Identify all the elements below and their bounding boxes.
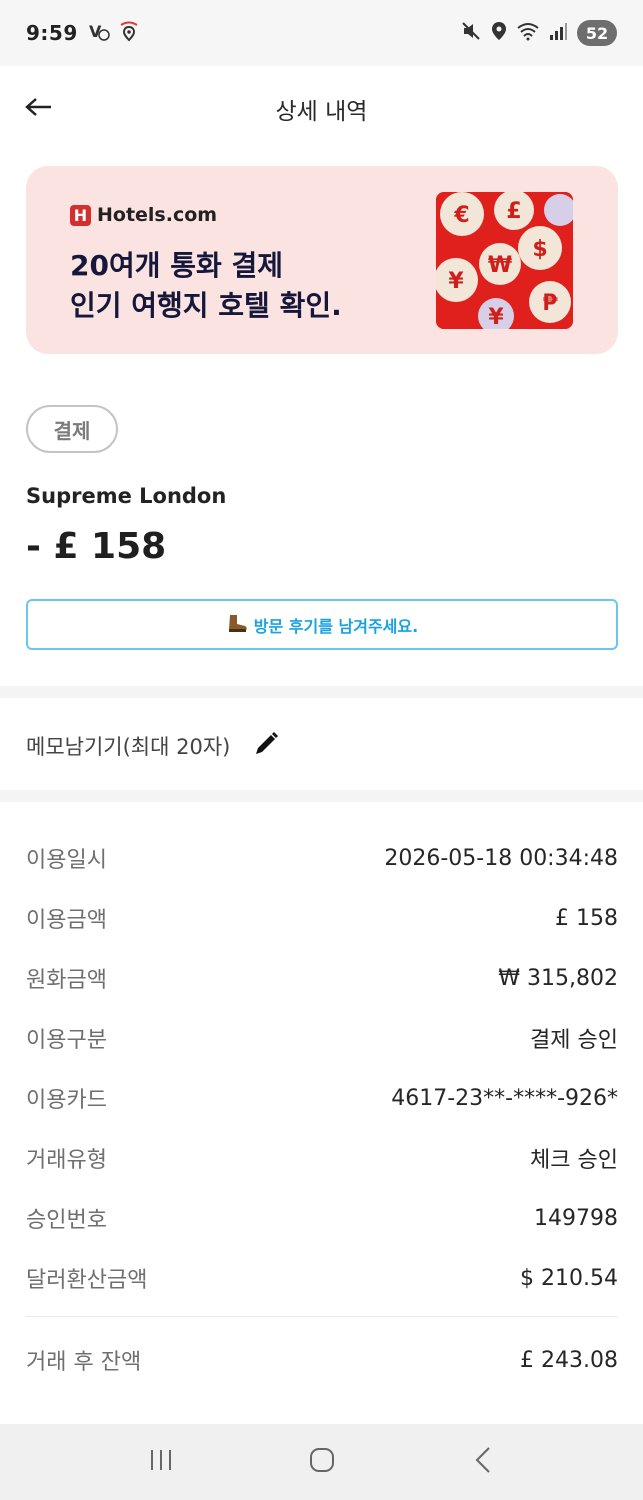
- recent-apps-icon: [148, 1448, 174, 1476]
- banner-headline-1: 20여개 통화 결제: [70, 249, 284, 282]
- detail-label: 이용금액: [26, 908, 107, 933]
- banner-headline-2: 인기 여행지 호텔 확인.: [70, 289, 342, 322]
- svg-text:₱: ₱: [542, 291, 558, 316]
- back-button[interactable]: [24, 94, 54, 124]
- detail-row: 이용금액 £ 158: [26, 888, 618, 948]
- currency-coins-image: € £ $ ₩ ¥ ₱ ¥: [436, 192, 573, 329]
- svg-text:¥: ¥: [488, 305, 504, 329]
- memo-field[interactable]: 메모남기기(최대 20자): [26, 728, 280, 764]
- detail-label: 이용일시: [26, 848, 107, 873]
- detail-row: 원화금액 ₩ 315,802: [26, 948, 618, 1008]
- notification-icon: V: [88, 20, 110, 46]
- boot-icon: [226, 613, 248, 637]
- write-review-label: 방문 후기를 남겨주세요.: [253, 616, 419, 636]
- detail-label: 원화금액: [26, 968, 107, 993]
- detail-label: 이용카드: [26, 1088, 107, 1113]
- detail-value: $ 210.54: [520, 1265, 618, 1291]
- svg-text:₩: ₩: [488, 253, 512, 278]
- divider: [26, 1316, 618, 1317]
- detail-label: 승인번호: [26, 1208, 107, 1233]
- chevron-left-icon: [473, 1446, 493, 1478]
- detail-label: 이용구분: [26, 1028, 107, 1053]
- pencil-icon[interactable]: [252, 730, 280, 762]
- status-bar: 9:59 V 52: [0, 0, 643, 66]
- detail-row: 이용일시 2026-05-18 00:34:48: [26, 828, 618, 888]
- section-divider: [0, 790, 643, 802]
- system-nav-bar: [0, 1424, 643, 1500]
- balance-value: £ 243.08: [520, 1347, 618, 1373]
- detail-value: £ 158: [555, 905, 618, 931]
- detail-value: ₩ 315,802: [498, 965, 618, 991]
- location-icon: [118, 20, 140, 46]
- transaction-details: 이용일시 2026-05-18 00:34:48 이용금액 £ 158 원화금액…: [26, 828, 618, 1308]
- balance-row: 거래 후 잔액 £ 243.08: [26, 1330, 618, 1390]
- brand-name: Hotels.com: [97, 204, 218, 226]
- signal-icon: [549, 21, 567, 45]
- wifi-icon: [517, 21, 539, 45]
- battery-indicator: 52: [577, 20, 617, 46]
- hotels-logo-icon: H: [70, 204, 91, 226]
- detail-row: 승인번호 149798: [26, 1188, 618, 1248]
- category-badge: 결제: [26, 405, 118, 453]
- detail-value: 4617-23**-****-926*: [391, 1085, 618, 1111]
- detail-label: 거래유형: [26, 1148, 107, 1173]
- brand: H Hotels.com: [70, 204, 217, 226]
- hotels-promo-banner[interactable]: H Hotels.com 20여개 통화 결제 인기 여행지 호텔 확인. € …: [26, 166, 618, 354]
- svg-text:£: £: [506, 199, 521, 224]
- svg-text:$: $: [532, 237, 547, 262]
- section-divider: [0, 686, 643, 698]
- memo-label: 메모남기기(최대 20자): [26, 735, 231, 759]
- detail-row: 거래유형 체크 승인: [26, 1128, 618, 1188]
- svg-text:€: €: [453, 203, 469, 228]
- write-review-button[interactable]: 방문 후기를 남겨주세요.: [26, 599, 618, 650]
- detail-value: 체크 승인: [530, 1148, 618, 1173]
- merchant-name: Supreme London: [26, 484, 227, 508]
- back-nav-button[interactable]: [458, 1437, 508, 1487]
- home-button[interactable]: [297, 1437, 347, 1487]
- detail-row: 이용카드 4617-23**-****-926*: [26, 1068, 618, 1128]
- detail-value: 2026-05-18 00:34:48: [384, 845, 618, 871]
- mute-icon: [461, 21, 481, 45]
- transaction-amount: - £ 158: [26, 526, 167, 567]
- recent-apps-button[interactable]: [136, 1437, 186, 1487]
- page-title: 상세 내역: [275, 99, 368, 125]
- detail-row: 달러환산금액 $ 210.54: [26, 1248, 618, 1308]
- location-pin-icon: [491, 21, 507, 45]
- header: 상세 내역: [0, 66, 643, 152]
- arrow-left-icon: [25, 97, 53, 121]
- detail-value: 결제 승인: [530, 1028, 618, 1053]
- detail-row: 이용구분 결제 승인: [26, 1008, 618, 1068]
- home-icon: [308, 1446, 336, 1478]
- detail-value: 149798: [534, 1205, 618, 1231]
- balance-label: 거래 후 잔액: [26, 1350, 142, 1375]
- svg-text:¥: ¥: [448, 269, 464, 294]
- status-time: 9:59: [26, 21, 78, 45]
- detail-label: 달러환산금액: [26, 1268, 148, 1293]
